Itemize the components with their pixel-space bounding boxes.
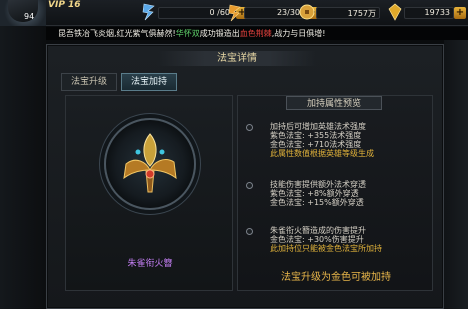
left-side-strip <box>0 26 46 309</box>
slot2-line-1: 技能伤害提供额外法术穿透 <box>270 180 366 189</box>
coin-icon <box>299 4 315 20</box>
energy-value: 0 /60 <box>209 8 230 17</box>
slot2-line-2: 紫色法宝: +8%额外穿透 <box>270 189 359 198</box>
panel-title: 法宝详情 <box>157 51 317 66</box>
marquee-text-3: ,战力与日俱增! <box>271 29 326 38</box>
slot1-line-3: 金色法宝: +710法术强度 <box>270 140 362 149</box>
marquee-item-name: 血色荆棘 <box>239 29 272 38</box>
marquee-player-name: 华怀双 <box>175 29 200 38</box>
enhance-preview-pane: 加持属性预览 加持后可增加英雄法术强度 紫色法宝: +355法术强度 金色法宝:… <box>237 95 433 291</box>
gem-value: 19733 <box>424 8 450 17</box>
enhance-slot-2[interactable]: 技能伤害提供额外法术穿透 紫色法宝: +8%额外穿透 金色法宝: +15%额外穿… <box>246 180 430 214</box>
treasure-preview-pane: 朱雀衔火簪 <box>65 95 233 291</box>
top-resource-bar: VIP 16 94 0 /60 + 23/30 + 1757万 19733 + <box>0 0 468 26</box>
resource-coin: 1757万 <box>298 2 398 22</box>
treasure-name: 朱雀衔火簪 <box>127 259 173 269</box>
slot3-line-1: 朱雀衔火簪造成的伤害提升 <box>270 226 366 235</box>
enhance-slot-1[interactable]: 加持后可增加英雄法术强度 紫色法宝: +355法术强度 金色法宝: +710法术… <box>246 122 430 166</box>
marquee-text-2: 成功锻造出 <box>199 29 240 38</box>
slot3-line-2: 金色法宝: +30%伤害提升 <box>270 235 364 244</box>
energy-icon <box>142 3 155 21</box>
phoenix-hairpin-icon <box>123 133 177 193</box>
stamina-icon <box>228 4 241 22</box>
section-title: 加持属性预览 <box>286 96 382 110</box>
enhance-slot-3[interactable]: 朱雀衔火簪造成的伤害提升 金色法宝: +30%伤害提升 此加持位只能被金色法宝所… <box>246 226 430 260</box>
gem-icon <box>388 3 402 21</box>
treasure-detail-panel: 法宝详情 法宝升级 法宝加持 朱雀衔火簪 加持属性预览 加持后可增加英雄法术强度… <box>46 44 444 309</box>
marquee-text-1: 昆吾铁冶飞炎烟,红光紫气俱赫然! <box>58 29 176 38</box>
right-side-strip <box>444 40 468 309</box>
broadcast-marquee: 昆吾铁冶飞炎烟,红光紫气俱赫然!华怀双成功锻造出血色荆棘,战力与日俱增! <box>46 27 468 40</box>
tab-upgrade[interactable]: 法宝升级 <box>61 73 117 91</box>
coin-value: 1757万 <box>347 9 376 18</box>
slot3-line-3: 此加持位只能被金色法宝所加持 <box>270 244 382 253</box>
slot-indicator-icon <box>246 182 253 189</box>
player-level: 94 <box>24 12 35 21</box>
slot1-line-1: 加持后可增加英雄法术强度 <box>270 122 366 131</box>
player-avatar[interactable] <box>0 0 46 26</box>
stamina-value: 23/30 <box>276 8 300 17</box>
slot2-line-3: 金色法宝: +15%额外穿透 <box>270 198 364 207</box>
enhance-hint: 法宝升级为金色可被加持 <box>281 272 391 283</box>
tab-enhance[interactable]: 法宝加持 <box>121 73 177 91</box>
gem-add-button[interactable]: + <box>454 7 466 19</box>
vip-label: VIP 16 <box>48 0 81 10</box>
slot1-line-4: 此属性数值根据英雄等级生成 <box>270 149 374 158</box>
slot-indicator-icon <box>246 124 253 131</box>
resource-gem: 19733 + <box>386 2 468 22</box>
slot1-line-2: 紫色法宝: +355法术强度 <box>270 131 362 140</box>
slot-indicator-icon <box>246 228 253 235</box>
